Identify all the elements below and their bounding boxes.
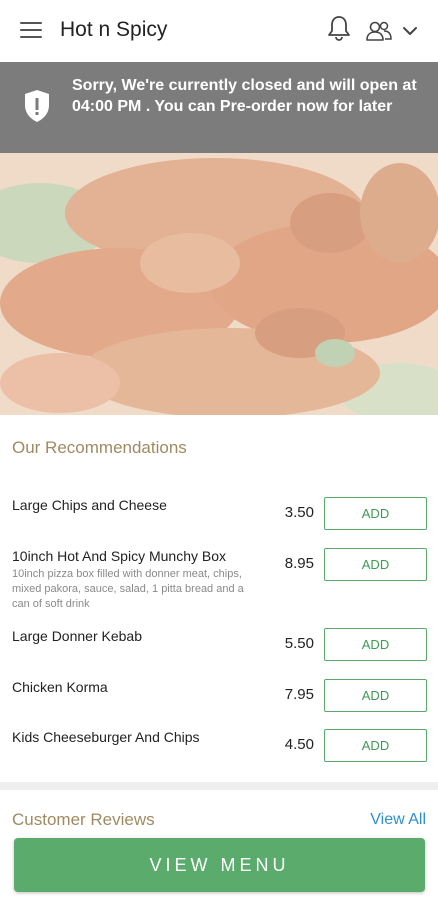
shield-alert-icon (22, 88, 52, 124)
recommendations-heading: Our Recommendations (12, 438, 187, 457)
item-price: 7.95 (284, 686, 314, 703)
view-menu-button[interactable]: VIEW MENU (14, 838, 425, 892)
view-all-reviews-link[interactable]: View All (370, 811, 426, 829)
item-name: Large Donner Kebab (12, 628, 142, 644)
item-name: 10inch Hot And Spicy Munchy Box (12, 548, 227, 564)
item-name: Chicken Korma (12, 679, 108, 695)
users-icon[interactable] (364, 18, 394, 44)
section-divider (0, 782, 438, 790)
item-name: Large Chips and Cheese (12, 497, 167, 513)
recommendations-section: Our Recommendations Large Chips and Chee… (0, 415, 438, 782)
add-button[interactable]: ADD (324, 679, 427, 712)
chevron-down-icon[interactable] (402, 24, 418, 36)
app-bar: Hot n Spicy (0, 0, 438, 62)
item-price: 8.95 (284, 555, 314, 572)
item-price: 4.50 (284, 736, 314, 753)
customer-reviews-heading: Customer Reviews (12, 810, 155, 829)
item-description: 10inch pizza box filled with donner meat… (12, 568, 244, 610)
item-price: 5.50 (284, 635, 314, 652)
item-price: 3.50 (284, 504, 314, 521)
add-button[interactable]: ADD (324, 497, 427, 530)
add-button[interactable]: ADD (324, 628, 427, 661)
add-button[interactable]: ADD (324, 548, 427, 581)
hamburger-menu-icon[interactable] (20, 22, 42, 40)
hero-food-image (0, 153, 438, 415)
restaurant-title: Hot n Spicy (60, 18, 168, 41)
add-button[interactable]: ADD (324, 729, 427, 762)
bell-icon[interactable] (326, 14, 352, 42)
closed-message: Sorry, We're currently closed and will o… (72, 77, 417, 115)
closed-notice-banner: Sorry, We're currently closed and will o… (0, 62, 438, 153)
item-name: Kids Cheeseburger And Chips (12, 729, 200, 745)
